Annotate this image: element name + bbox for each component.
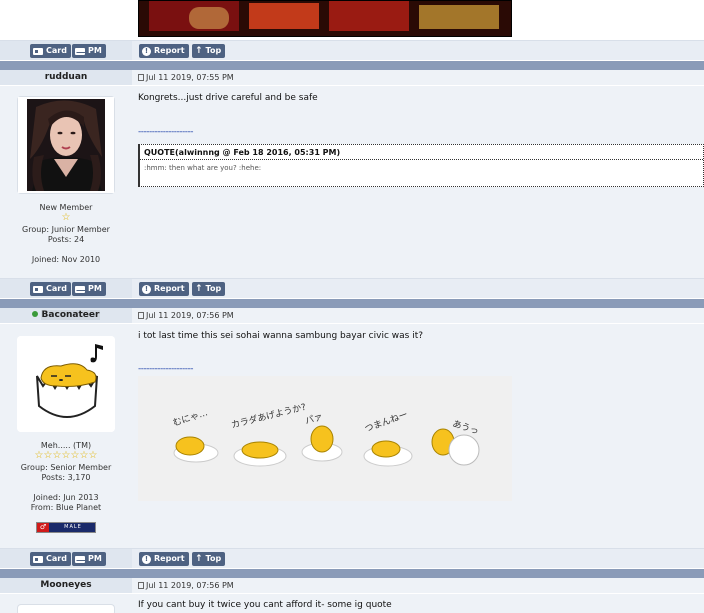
username[interactable]: Mooneyes xyxy=(0,578,132,593)
avatar[interactable] xyxy=(17,604,115,613)
mail-icon xyxy=(75,285,85,293)
avatar[interactable] xyxy=(17,96,115,194)
quote-block: QUOTE(alwinnng @ Feb 18 2016, 05:31 PM) … xyxy=(138,144,704,187)
post-text: If you cant buy it twice you cant afford… xyxy=(138,600,392,610)
pm-button[interactable]: PM xyxy=(72,44,106,58)
card-icon xyxy=(33,555,43,563)
top-button[interactable]: ↑ Top xyxy=(192,44,226,58)
post-header: Mooneyes Jul 11 2019, 07:56 PM xyxy=(0,578,704,593)
post-button-bar: Card PM ! Report ↑ Top xyxy=(0,40,704,60)
gender-badge: ♂ MALE xyxy=(36,522,96,533)
quote-header: QUOTE(alwinnng @ Feb 18 2016, 05:31 PM) xyxy=(144,148,341,157)
rank-stars: ☆ xyxy=(0,212,132,224)
post-date: Jul 11 2019, 07:56 PM xyxy=(138,578,234,593)
arrow-up-icon: ↑ xyxy=(195,554,203,564)
top-button[interactable]: ↑ Top xyxy=(192,552,226,566)
quote-body: :hmm: then what are you? :hehe: xyxy=(144,164,262,172)
username[interactable]: rudduan xyxy=(0,70,132,85)
report-button[interactable]: ! Report xyxy=(139,44,189,58)
card-button[interactable]: Card xyxy=(30,552,71,566)
profile-column: New Member ☆ Group: Junior Member Posts:… xyxy=(0,86,132,279)
star-icon: ☆ xyxy=(34,450,44,461)
document-icon xyxy=(138,74,144,81)
location: From: Blue Planet xyxy=(30,503,102,512)
username-cell: Baconateer xyxy=(0,308,132,323)
report-button[interactable]: ! Report xyxy=(139,282,189,296)
star-icon: ☆ xyxy=(61,212,71,223)
online-status-icon xyxy=(31,311,38,317)
card-button[interactable]: Card xyxy=(30,282,71,296)
post-separator xyxy=(0,299,704,308)
join-date: Joined: Nov 2010 xyxy=(31,255,101,264)
card-icon xyxy=(33,47,43,55)
arrow-up-icon: ↑ xyxy=(195,46,203,56)
avatar[interactable] xyxy=(17,336,115,432)
star-icon: ☆ xyxy=(43,450,53,461)
document-icon xyxy=(138,582,144,589)
signature-divider: -------------------- xyxy=(138,364,193,374)
arrow-up-icon: ↑ xyxy=(195,284,203,294)
profile-column xyxy=(0,594,132,613)
post-date: Jul 11 2019, 07:56 PM xyxy=(138,308,234,323)
warning-icon: ! xyxy=(142,554,151,564)
pm-button[interactable]: PM xyxy=(72,552,106,566)
star-icon: ☆ xyxy=(79,450,89,461)
mail-icon xyxy=(75,555,85,563)
star-icon: ☆ xyxy=(70,450,80,461)
card-icon xyxy=(33,285,43,293)
post-count: Posts: 3,170 xyxy=(41,473,91,482)
post-button-bar: Card PM ! Report ↑ Top xyxy=(0,548,704,568)
post-text: Kongrets...just drive careful and be saf… xyxy=(138,93,318,103)
warning-icon: ! xyxy=(142,46,151,56)
document-icon xyxy=(138,312,144,319)
post-header: rudduan Jul 11 2019, 07:55 PM xyxy=(0,70,704,85)
username[interactable]: Baconateer xyxy=(40,310,101,320)
male-symbol-icon: ♂ xyxy=(37,523,49,532)
post-separator xyxy=(0,569,704,578)
report-button[interactable]: ! Report xyxy=(139,552,189,566)
card-button[interactable]: Card xyxy=(30,44,71,58)
signature-banner-image xyxy=(138,0,512,37)
star-icon: ☆ xyxy=(88,450,98,461)
rank-stars: ☆☆☆☆☆☆☆ xyxy=(0,450,132,462)
star-icon: ☆ xyxy=(61,450,71,461)
mail-icon xyxy=(75,47,85,55)
warning-icon: ! xyxy=(142,284,151,294)
post-count: Posts: 24 xyxy=(47,235,85,244)
post-separator xyxy=(0,61,704,70)
post-button-bar: Card PM ! Report ↑ Top xyxy=(0,278,704,298)
signature-image: むにゃ… カラダあげようか? パァ つまんねー あうっ xyxy=(138,376,512,501)
profile-column: Meh..... (TM) ☆☆☆☆☆☆☆ Group: Senior Memb… xyxy=(0,324,132,549)
pm-button[interactable]: PM xyxy=(72,282,106,296)
signature-divider: -------------------- xyxy=(138,127,193,137)
post-text: i tot last time this sei sohai wanna sam… xyxy=(138,331,423,341)
post-date: Jul 11 2019, 07:55 PM xyxy=(138,70,234,85)
post-header: Baconateer Jul 11 2019, 07:56 PM xyxy=(0,308,704,323)
top-button[interactable]: ↑ Top xyxy=(192,282,226,296)
star-icon: ☆ xyxy=(52,450,62,461)
